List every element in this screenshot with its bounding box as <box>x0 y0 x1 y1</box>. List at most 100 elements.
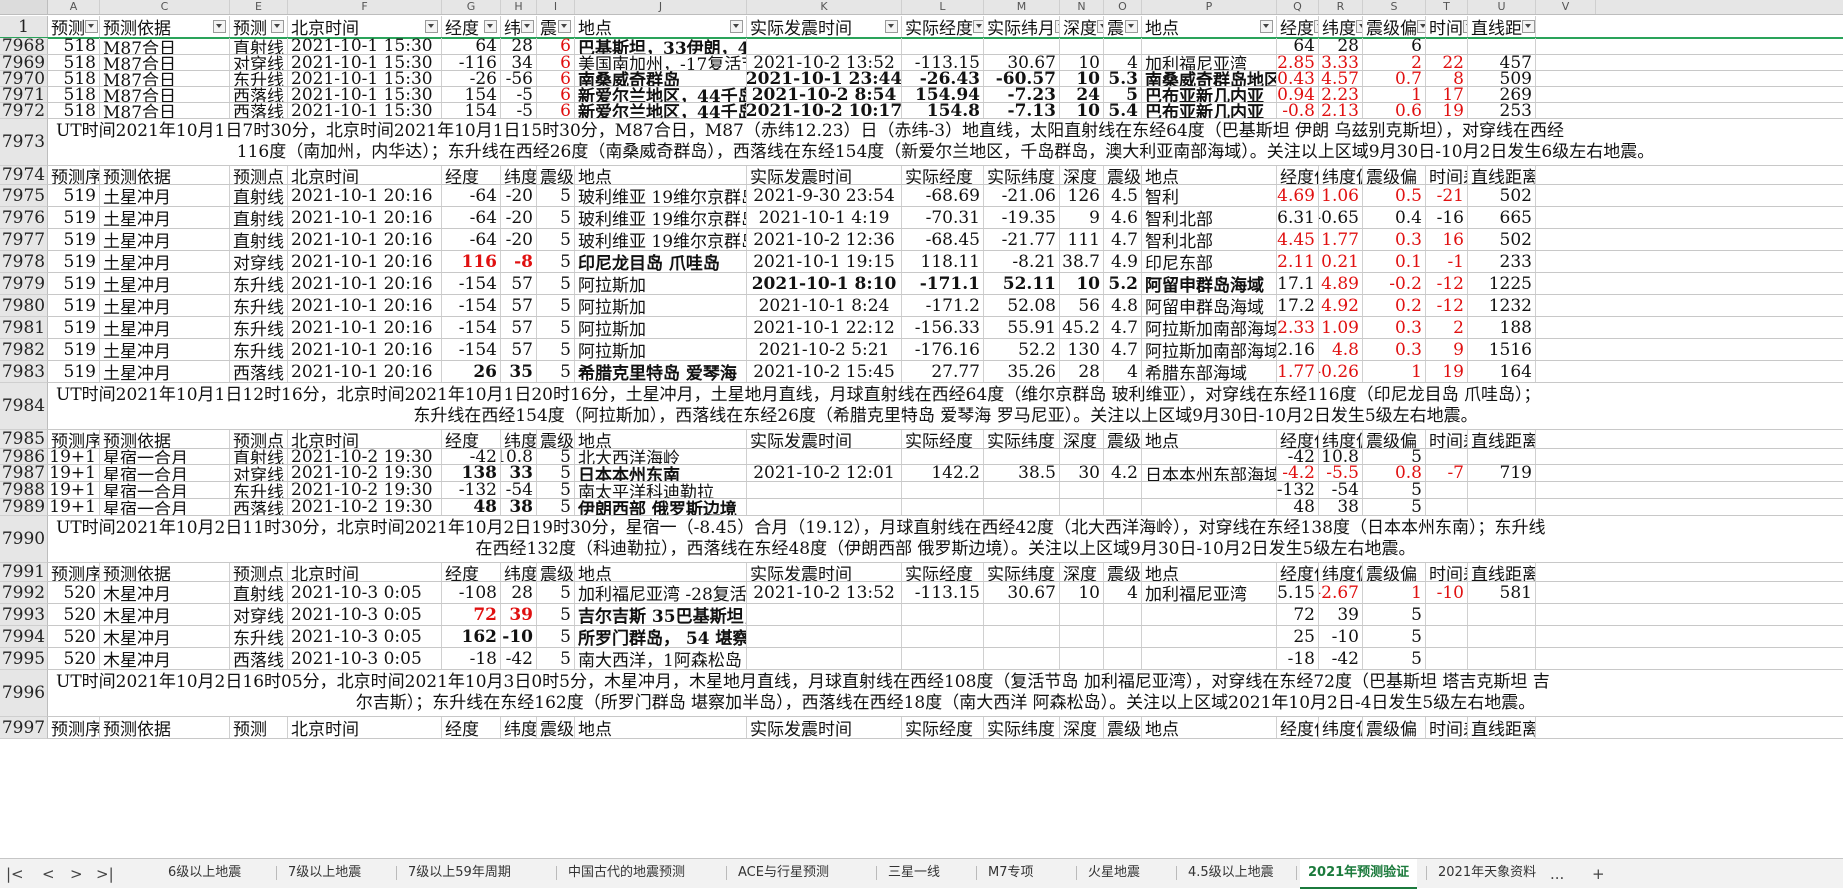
data-cell[interactable]: -16 <box>1426 207 1468 228</box>
data-cell[interactable]: 28 <box>501 38 537 54</box>
data-cell[interactable]: 519 <box>48 229 100 250</box>
data-cell[interactable]: 5 <box>537 361 575 382</box>
data-cell[interactable]: -154 <box>442 273 501 294</box>
data-cell[interactable]: 233 <box>1468 251 1536 272</box>
column-title-cell[interactable]: 震级 <box>1104 166 1142 184</box>
column-title-cell[interactable]: 纬度 <box>501 717 537 738</box>
data-cell[interactable]: 0.1 <box>1363 251 1426 272</box>
data-cell[interactable] <box>984 449 1060 464</box>
column-title-cell[interactable]: 地点 <box>1142 16 1277 37</box>
data-cell[interactable]: 4.92 <box>1319 295 1363 316</box>
column-letter[interactable]: A <box>48 0 100 14</box>
data-cell[interactable]: 智利北部 <box>1142 229 1277 250</box>
data-cell[interactable]: -156.33 <box>902 317 984 338</box>
data-cell[interactable]: 2021-10-1 8:24 <box>747 295 902 316</box>
data-cell[interactable]: 118.11 <box>902 251 984 272</box>
data-cell[interactable]: 19 <box>1426 361 1468 382</box>
data-cell[interactable]: 东升线 <box>230 482 288 498</box>
data-cell[interactable]: 16 <box>1426 229 1468 250</box>
column-letter[interactable]: O <box>1104 0 1142 14</box>
data-cell[interactable]: -12 <box>1426 273 1468 294</box>
data-cell[interactable]: 45.2 <box>1060 317 1104 338</box>
data-cell[interactable]: 西落线 <box>230 87 288 102</box>
data-cell[interactable]: 164 <box>1468 361 1536 382</box>
sheet-tab[interactable]: 6级以上地震 <box>160 859 249 887</box>
data-cell[interactable]: 伊朗西部 俄罗斯边境 <box>575 499 747 515</box>
data-cell[interactable]: 木星冲月 <box>100 604 230 625</box>
column-title-cell[interactable]: 震级 <box>537 166 575 184</box>
data-cell[interactable]: 6 <box>1363 38 1426 54</box>
column-letter[interactable]: H <box>501 0 537 14</box>
row-number[interactable]: 7992 <box>0 582 48 604</box>
data-cell[interactable]: 土星冲月 <box>100 339 230 360</box>
data-cell[interactable] <box>1142 648 1277 669</box>
data-cell[interactable] <box>1426 648 1468 669</box>
data-cell[interactable]: -54 <box>501 482 537 498</box>
data-cell[interactable]: 玻利维亚 19维尔京群岛 <box>575 229 747 250</box>
data-cell[interactable]: -7.13 <box>984 103 1060 118</box>
column-title-cell[interactable]: 直线距离 <box>1468 563 1536 581</box>
data-cell[interactable]: 4.7 <box>1104 317 1142 338</box>
data-cell[interactable]: -171.2 <box>902 295 984 316</box>
data-cell[interactable]: 2021-10-2 8:54 <box>747 87 902 102</box>
data-cell[interactable]: 直射线 <box>230 38 288 54</box>
data-cell[interactable]: 4.57 <box>1319 71 1363 86</box>
data-cell[interactable]: 直射线 <box>230 449 288 464</box>
data-cell[interactable]: 52.08 <box>984 295 1060 316</box>
data-cell[interactable]: -176.16 <box>902 339 984 360</box>
data-cell[interactable]: 518 <box>48 71 100 86</box>
data-cell[interactable]: -18 <box>442 648 501 669</box>
data-cell[interactable] <box>1104 626 1142 647</box>
column-title-cell[interactable]: 深度 <box>1060 563 1104 581</box>
data-cell[interactable]: 印尼东部 <box>1142 251 1277 272</box>
data-cell[interactable]: 2.33 <box>1277 317 1319 338</box>
column-title-cell[interactable]: 北京时间 <box>288 563 442 581</box>
row-number[interactable]: 7976 <box>0 207 48 229</box>
column-title-cell[interactable]: 震级偏 <box>1363 430 1426 448</box>
data-cell[interactable]: 0.6 <box>1363 103 1426 118</box>
column-title-cell[interactable]: 预测点 <box>230 430 288 448</box>
data-cell[interactable]: 印尼龙目岛 爪哇岛 <box>575 251 747 272</box>
data-cell[interactable]: 35 <box>501 361 537 382</box>
data-cell[interactable]: -26 <box>442 71 501 86</box>
data-cell[interactable]: 5 <box>1363 499 1426 515</box>
data-cell[interactable]: 0.3 <box>1363 229 1426 250</box>
data-cell[interactable]: -20 <box>501 185 537 206</box>
data-cell[interactable] <box>1060 626 1104 647</box>
row-number[interactable]: 7997 <box>0 717 48 739</box>
data-cell[interactable]: 22 <box>1426 55 1468 70</box>
data-cell[interactable]: 4 <box>1104 55 1142 70</box>
data-cell[interactable]: -5 <box>501 87 537 102</box>
column-title-cell[interactable]: 预测 <box>48 16 100 37</box>
data-cell[interactable]: 520 <box>48 604 100 625</box>
data-cell[interactable]: 土星冲月 <box>100 229 230 250</box>
column-title-cell[interactable]: 预测点 <box>230 563 288 581</box>
row-number[interactable]: 7993 <box>0 604 48 626</box>
sheet-tab[interactable]: 7级以上59年周期 <box>400 859 519 887</box>
data-cell[interactable]: 希腊东部海域 <box>1142 361 1277 382</box>
column-title-cell[interactable]: 震级偏 <box>1363 16 1426 37</box>
data-cell[interactable]: 519+1 <box>48 465 100 481</box>
data-cell[interactable] <box>902 482 984 498</box>
data-cell[interactable]: -2.11 <box>1277 251 1319 272</box>
sheet-tab[interactable]: 三星一线 <box>880 859 948 887</box>
data-cell[interactable]: 加利福尼亚湾 <box>1142 55 1277 70</box>
row-number[interactable]: 7991 <box>0 562 48 582</box>
data-cell[interactable]: 6 <box>537 103 575 118</box>
data-cell[interactable]: 1.09 <box>1319 317 1363 338</box>
filter-dropdown-icon[interactable] <box>484 20 497 33</box>
data-cell[interactable]: 57 <box>501 273 537 294</box>
data-cell[interactable]: -64 <box>442 207 501 228</box>
data-cell[interactable]: 0.21 <box>1319 251 1363 272</box>
data-cell[interactable]: 519+1 <box>48 449 100 464</box>
row-number[interactable]: 7990 <box>0 516 48 563</box>
data-cell[interactable]: 智利 <box>1142 185 1277 206</box>
data-cell[interactable]: 27.77 <box>902 361 984 382</box>
data-cell[interactable]: 5 <box>537 626 575 647</box>
data-cell[interactable]: 对穿线 <box>230 251 288 272</box>
data-cell[interactable]: -42 <box>1319 648 1363 669</box>
data-cell[interactable]: -68.69 <box>902 185 984 206</box>
data-cell[interactable]: 星宿一合月 <box>100 482 230 498</box>
data-cell[interactable]: 253 <box>1468 103 1536 118</box>
data-cell[interactable]: 1232 <box>1468 295 1536 316</box>
